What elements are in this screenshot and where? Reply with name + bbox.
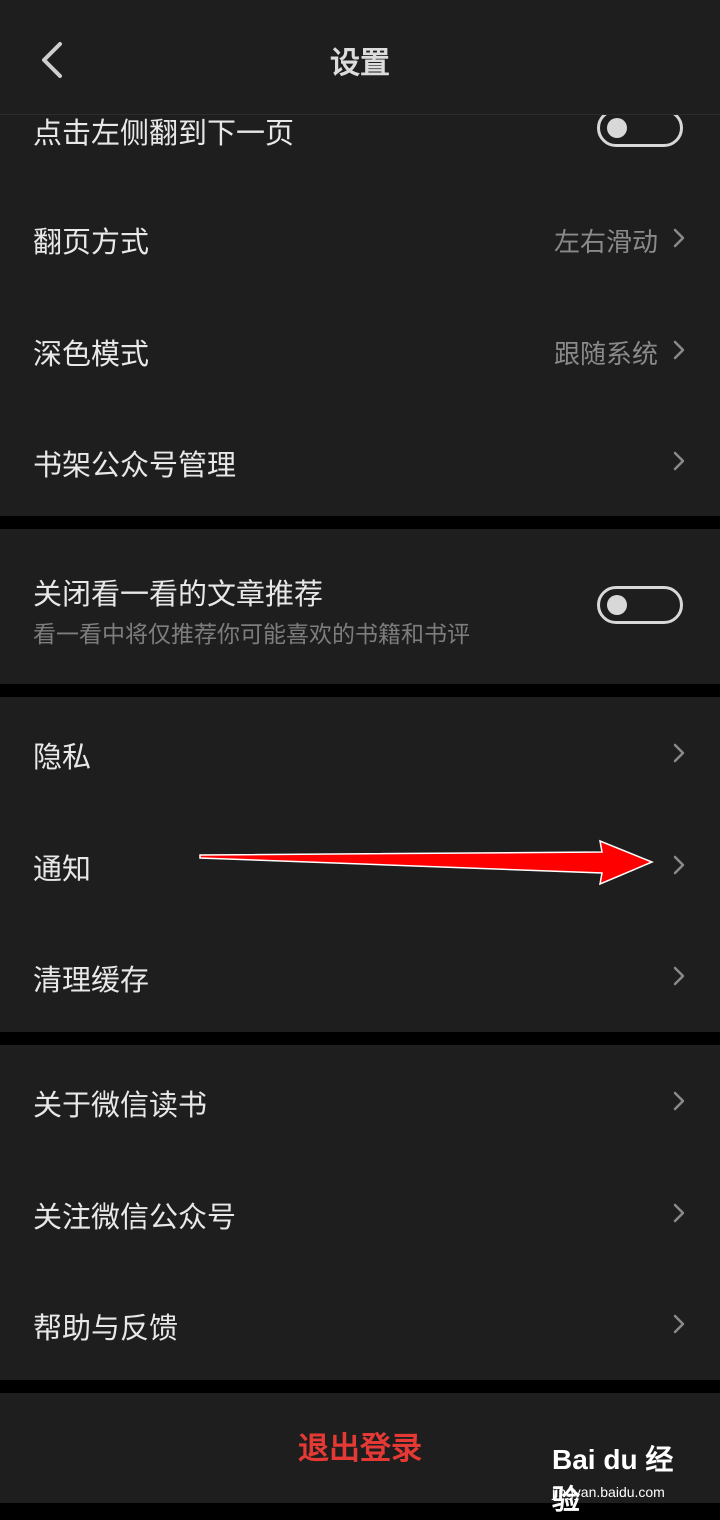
baidu-jingyan-watermark: Bai du 经验 jingyan.baidu.com [552,1438,692,1515]
watermark-brand: Bai du 经验 [552,1444,674,1515]
watermark-url: jingyan.baidu.com [552,1484,665,1500]
annotation-arrow-icon [199,839,654,886]
